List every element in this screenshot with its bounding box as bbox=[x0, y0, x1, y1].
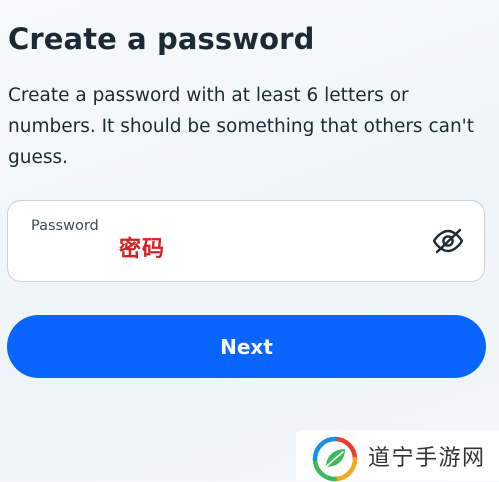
password-field-label: Password bbox=[31, 218, 99, 234]
watermark-text: 道宁手游网 bbox=[368, 446, 486, 471]
next-button[interactable]: Next bbox=[7, 315, 486, 378]
eye-slash-icon bbox=[432, 228, 464, 254]
page-description: Create a password with at least 6 letter… bbox=[8, 85, 475, 168]
password-field-value: 密码 bbox=[119, 237, 166, 262]
watermark: 道宁手游网 bbox=[296, 430, 499, 482]
password-field[interactable]: Password 密码 bbox=[7, 200, 485, 282]
leaf-swirl-logo bbox=[312, 436, 358, 482]
create-password-screen: Create a password Create a password with… bbox=[0, 0, 499, 482]
show-password-toggle[interactable] bbox=[430, 223, 466, 259]
page-title: Create a password bbox=[8, 22, 315, 56]
